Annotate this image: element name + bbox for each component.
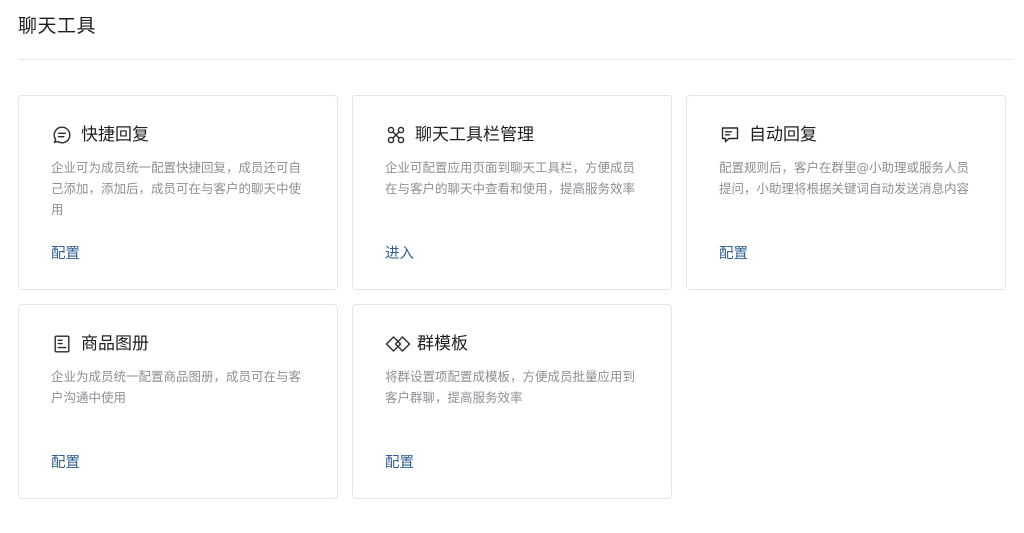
card-description: 企业可配置应用页面到聊天工具栏，方便成员在与客户的聊天中查看和使用，提高服务效率 <box>385 160 636 196</box>
card-title: 快捷回复 <box>81 125 149 145</box>
card-auto-reply: 自动回复 配置规则后，客户在群里@小助理或服务人员提问，小助理将根据关键词自动发… <box>686 95 1006 290</box>
card-description: 企业为成员统一配置商品图册，成员可在与客户沟通中使用 <box>51 369 302 405</box>
configure-link[interactable]: 配置 <box>719 243 748 265</box>
card-header: 自动回复 <box>719 122 817 148</box>
card-quick-reply: 快捷回复 企业可为成员统一配置快捷回复，成员还可自己添加，添加后，成员可在与客户… <box>18 95 338 290</box>
card-description: 配置规则后，客户在群里@小助理或服务人员提问，小助理将根据关键词自动发送消息内容 <box>719 160 970 196</box>
configure-link[interactable]: 配置 <box>51 243 80 265</box>
card-description: 将群设置项配置成模板，方便成员批量应用到客户群聊，提高服务效率 <box>385 369 636 405</box>
enter-link[interactable]: 进入 <box>385 243 414 265</box>
group-template-icon <box>385 333 411 355</box>
card-title: 聊天工具栏管理 <box>415 125 534 145</box>
product-album-icon <box>51 333 73 355</box>
card-group-template: 群模板 将群设置项配置成模板，方便成员批量应用到客户群聊，提高服务效率 配置 <box>352 304 672 499</box>
card-header: 快捷回复 <box>51 122 149 148</box>
auto-reply-icon <box>719 124 741 146</box>
title-divider <box>18 59 1012 60</box>
card-header: 商品图册 <box>51 331 149 357</box>
card-title: 自动回复 <box>749 125 817 145</box>
quick-reply-icon <box>51 124 73 146</box>
card-chat-toolbar: 聊天工具栏管理 企业可配置应用页面到聊天工具栏，方便成员在与客户的聊天中查看和使… <box>352 95 672 290</box>
card-description: 企业可为成员统一配置快捷回复，成员还可自己添加，添加后，成员可在与客户的聊天中使… <box>51 160 302 217</box>
card-header: 群模板 <box>385 331 468 357</box>
card-title: 商品图册 <box>81 334 149 354</box>
card-title: 群模板 <box>417 334 468 354</box>
configure-link[interactable]: 配置 <box>51 452 80 474</box>
card-header: 聊天工具栏管理 <box>385 122 534 148</box>
page-title: 聊天工具 <box>18 15 97 37</box>
configure-link[interactable]: 配置 <box>385 452 414 474</box>
toolbar-icon <box>385 124 407 146</box>
card-product-album: 商品图册 企业为成员统一配置商品图册，成员可在与客户沟通中使用 配置 <box>18 304 338 499</box>
